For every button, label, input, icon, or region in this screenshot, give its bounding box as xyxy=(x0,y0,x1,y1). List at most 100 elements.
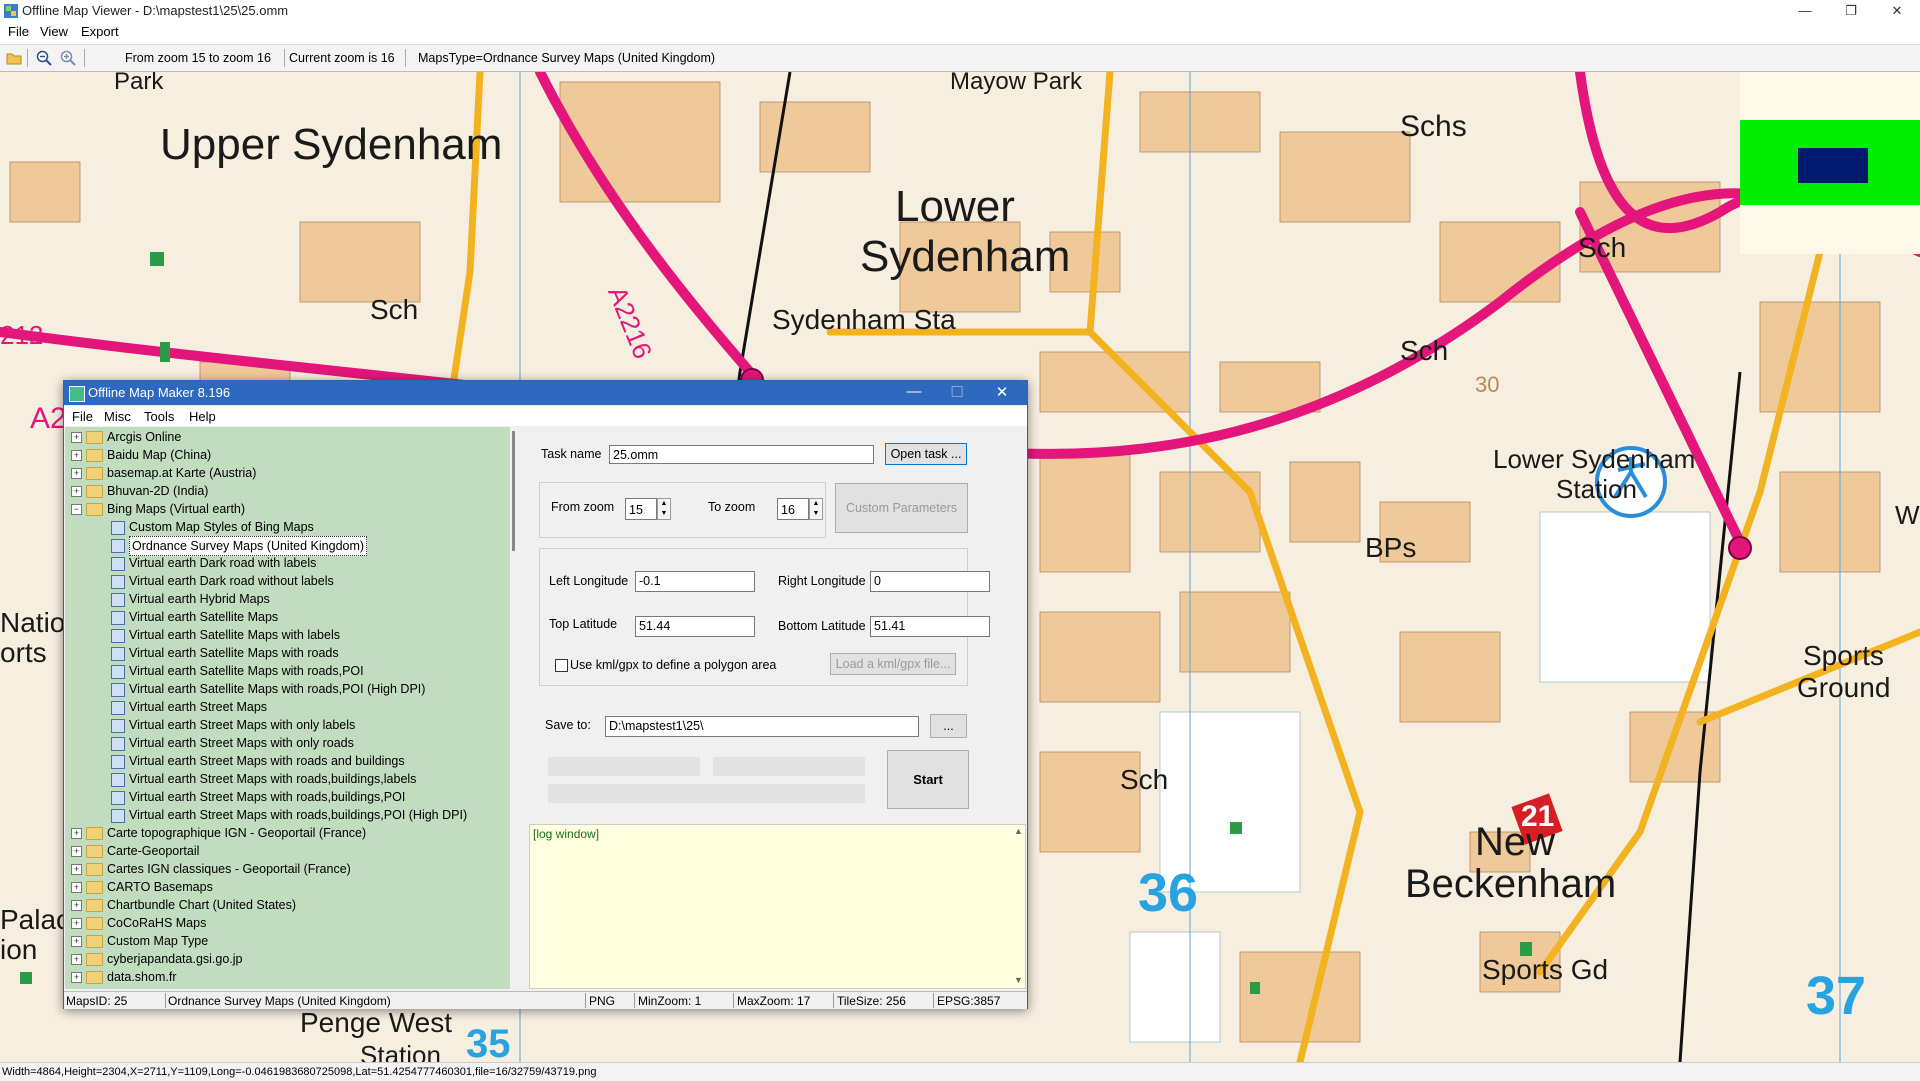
task-name-input[interactable]: 25.omm xyxy=(609,445,874,464)
expand-icon[interactable]: + xyxy=(71,864,82,875)
to-zoom-spinner[interactable]: ▲ ▼ xyxy=(809,498,823,520)
tree-item-label: basemap.at Karte (Austria) xyxy=(107,466,257,480)
collapse-icon[interactable]: − xyxy=(71,504,82,515)
expand-icon[interactable]: + xyxy=(71,972,82,983)
expand-icon[interactable]: + xyxy=(71,954,82,965)
map-label-station: Station xyxy=(1556,474,1637,504)
menu-bar: File View Export xyxy=(0,22,1920,42)
left-longitude-input[interactable]: -0.1 xyxy=(635,571,755,592)
close-button[interactable]: ✕ xyxy=(1874,0,1920,22)
start-button[interactable]: Start xyxy=(887,750,969,809)
map-layer-icon xyxy=(111,647,125,661)
map-layer-icon xyxy=(111,521,125,535)
top-latitude-label: Top Latitude xyxy=(549,617,618,631)
expand-icon[interactable]: + xyxy=(71,918,82,929)
minimize-button[interactable]: — xyxy=(1782,0,1828,22)
tree-scrollbar-thumb[interactable] xyxy=(512,431,515,551)
dialog-minimize-button[interactable]: — xyxy=(894,383,934,400)
folder-icon xyxy=(86,845,103,858)
from-zoom-label: From zoom xyxy=(551,500,615,514)
map-label-ground: Ground xyxy=(1797,672,1891,703)
expand-icon[interactable]: + xyxy=(71,846,82,857)
map-label-212: 212 xyxy=(0,320,44,350)
map-layer-icon xyxy=(111,683,125,697)
toolbar-separator xyxy=(284,49,285,67)
spinner-down-icon[interactable]: ▼ xyxy=(658,509,670,519)
map-label-upper-sydenham: Upper Sydenham xyxy=(160,120,503,169)
expand-icon[interactable]: + xyxy=(71,900,82,911)
from-zoom-spinner[interactable]: ▲ ▼ xyxy=(657,498,671,520)
status-bar-text: Width=4864,Height=2304,X=2711,Y=1109,Lon… xyxy=(2,1066,597,1078)
log-scroll-up-icon[interactable]: ▲ xyxy=(1014,826,1024,836)
bottom-latitude-label: Bottom Latitude xyxy=(778,619,866,633)
open-folder-icon[interactable] xyxy=(6,50,22,66)
tree-item-label: CARTO Basemaps xyxy=(107,880,213,894)
bottom-latitude-input[interactable]: 51.41 xyxy=(870,616,990,637)
spinner-up-icon[interactable]: ▲ xyxy=(810,499,822,509)
tree-item-label: Virtual earth Street Maps with only labe… xyxy=(129,718,356,732)
expand-icon[interactable]: + xyxy=(71,828,82,839)
dialog-menu-tools[interactable]: Tools xyxy=(144,409,174,424)
restore-button[interactable]: ❐ xyxy=(1828,0,1874,22)
tree-item-label: Cartes IGN classiques - Geoportail (Fran… xyxy=(107,862,351,876)
custom-parameters-button[interactable]: Custom Parameters xyxy=(835,483,968,533)
dialog-menu-file[interactable]: File xyxy=(72,409,93,424)
dialog-menu-misc[interactable]: Misc xyxy=(104,409,131,424)
spinner-up-icon[interactable]: ▲ xyxy=(658,499,670,509)
status-min-zoom: MinZoom: 1 xyxy=(638,994,702,1008)
expand-icon[interactable]: + xyxy=(71,936,82,947)
tree-item-label: Carte topographique IGN - Geoportail (Fr… xyxy=(107,826,367,840)
map-layer-icon xyxy=(111,809,125,823)
maps-tree[interactable]: + Arcgis Online + Baidu Map (China) + basemap… xyxy=(65,427,510,989)
station-marker xyxy=(1728,536,1752,560)
expand-icon[interactable]: + xyxy=(71,486,82,497)
map-label-penge-station: Station xyxy=(360,1040,441,1062)
dialog-close-button[interactable]: ✕ xyxy=(982,383,1022,401)
map-layer-icon xyxy=(111,539,125,553)
expand-icon[interactable]: + xyxy=(71,432,82,443)
top-latitude-input[interactable]: 51.44 xyxy=(635,616,755,637)
save-to-label: Save to: xyxy=(545,718,591,732)
from-zoom-input[interactable]: 15 xyxy=(625,498,657,520)
zoom-out-icon[interactable] xyxy=(36,50,52,66)
progress-bar-2 xyxy=(713,757,865,776)
browse-button[interactable]: ... xyxy=(930,714,967,738)
zoom-in-icon[interactable] xyxy=(60,50,76,66)
tree-item-label: CoCoRaHS Maps xyxy=(107,916,207,930)
folder-icon xyxy=(86,449,103,462)
tree-item-label: data.shom.fr xyxy=(107,970,177,984)
map-label-sch: Sch xyxy=(370,294,419,325)
kml-checkbox-label: Use kml/gpx to define a polygon area xyxy=(570,658,777,672)
folder-icon xyxy=(86,899,103,912)
dialog-maximize-button[interactable]: ☐ xyxy=(937,383,977,401)
menu-export[interactable]: Export xyxy=(81,24,119,39)
spinner-down-icon[interactable]: ▼ xyxy=(810,509,822,519)
map-layer-icon xyxy=(111,557,125,571)
current-zoom-text: Current zoom is 16 xyxy=(289,51,395,65)
dialog-menu-help[interactable]: Help xyxy=(189,409,216,424)
tree-item-label: Virtual earth Dark road with labels xyxy=(129,556,317,570)
open-task-button[interactable]: Open task ... xyxy=(885,443,967,465)
kml-checkbox[interactable] xyxy=(555,659,568,672)
status-maps-name: Ordnance Survey Maps (United Kingdom) xyxy=(168,994,391,1008)
right-longitude-input[interactable]: 0 xyxy=(870,571,990,592)
tree-item-label: Virtual earth Street Maps with roads,bui… xyxy=(129,772,417,786)
save-to-input[interactable]: D:\mapstest1\25\ xyxy=(605,716,919,737)
log-window[interactable]: [log window] xyxy=(529,824,1026,989)
to-zoom-input[interactable]: 16 xyxy=(777,498,809,520)
dialog-menu-bar: File Misc Tools Help xyxy=(64,406,1027,426)
load-kml-button[interactable]: Load a kml/gpx file... xyxy=(830,653,956,675)
tree-item-label: Virtual earth Dark road without labels xyxy=(129,574,334,588)
status-bar: Width=4864,Height=2304,X=2711,Y=1109,Lon… xyxy=(0,1062,1920,1081)
offline-map-maker-dialog: Offline Map Maker 8.196 — ☐ ✕ File Misc … xyxy=(63,380,1028,1009)
menu-view[interactable]: View xyxy=(40,24,68,39)
expand-icon[interactable]: + xyxy=(71,882,82,893)
map-layer-icon xyxy=(111,701,125,715)
map-label-sports-gd: Sports Gd xyxy=(1482,954,1609,985)
log-scroll-down-icon[interactable]: ▼ xyxy=(1014,975,1024,985)
expand-icon[interactable]: + xyxy=(71,468,82,479)
expand-icon[interactable]: + xyxy=(71,450,82,461)
map-label-mayow-park: Mayow Park xyxy=(950,72,1083,95)
menu-file[interactable]: File xyxy=(8,24,29,39)
log-header: [log window] xyxy=(533,827,600,841)
